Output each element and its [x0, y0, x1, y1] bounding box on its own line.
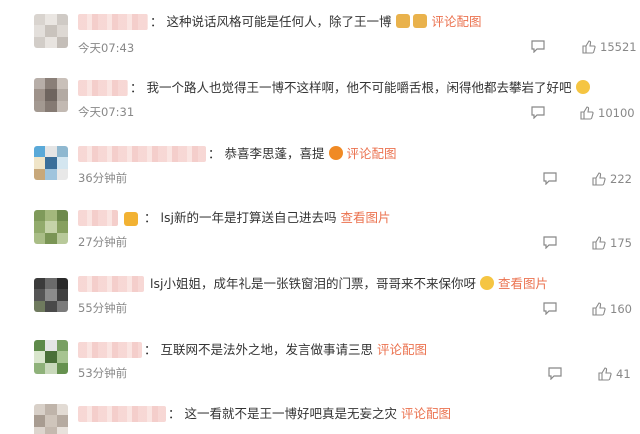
username[interactable] [78, 146, 206, 162]
laugh-icon [575, 80, 590, 94]
reply-icon [543, 236, 557, 249]
reply-button[interactable] [543, 302, 557, 315]
thumbs-up-icon [592, 302, 606, 316]
tears-icon [479, 276, 494, 290]
like-button[interactable]: 160 [592, 302, 632, 316]
username[interactable] [78, 80, 128, 96]
orange-icon [328, 146, 343, 160]
doge-icon [413, 14, 428, 28]
view-image-link[interactable]: 查看图片 [498, 276, 548, 291]
comment-time: 53分钟前 [78, 366, 128, 380]
like-count: 15521 [600, 40, 637, 54]
comment-text: ： 这一看就不是王一博好吧真是无妄之灾 评论配图 [168, 406, 451, 422]
separator: ： [150, 14, 163, 29]
comment-text: lsj小姐姐，成年礼是一张铁窗泪的门票，哥哥来不来保你呀 查看图片 [150, 276, 548, 292]
comment-body: 这一看就不是王一博好吧真是无妄之灾 [184, 406, 398, 421]
comment-item: ： 我一个路人也觉得王一博不这样啊，他不可能嚼舌根，闲得他都去攀岩了好吧 今天0… [0, 72, 640, 134]
comment-time: 今天07:31 [78, 105, 135, 119]
username[interactable] [78, 210, 118, 226]
like-button[interactable]: 15521 [582, 40, 637, 54]
reply-icon [548, 367, 562, 380]
like-count: 175 [610, 236, 632, 250]
comment-item: ： 这种说话风格可能是任何人，除了王一博 评论配图 今天07:43 15521 [0, 0, 640, 62]
username[interactable] [78, 406, 166, 422]
avatar[interactable] [34, 78, 68, 112]
avatar[interactable] [34, 404, 68, 434]
comment-text: ： lsj新的一年是打算送自己进去吗 查看图片 [144, 210, 390, 226]
separator: ： [144, 210, 157, 225]
reply-icon [543, 172, 557, 185]
comment-body: 恭喜李思蓬，喜提 [224, 146, 325, 161]
view-image-link[interactable]: 查看图片 [340, 210, 390, 225]
reply-button[interactable] [548, 367, 562, 380]
avatar[interactable] [34, 14, 68, 48]
crown-icon [124, 212, 138, 226]
avatar[interactable] [34, 146, 68, 180]
like-button[interactable]: 10100 [580, 106, 635, 120]
comment-body: lsj小姐姐，成年礼是一张铁窗泪的门票，哥哥来不来保你呀 [150, 276, 476, 291]
like-button[interactable]: 175 [592, 236, 632, 250]
comment-item: ： 这一看就不是王一博好吧真是无妄之灾 评论配图 [0, 398, 640, 434]
reply-icon [531, 106, 545, 119]
doge-icon [395, 14, 410, 28]
comment-text: ： 互联网不是法外之地，发言做事请三思 评论配图 [144, 342, 427, 358]
comment-item: ： lsj新的一年是打算送自己进去吗 查看图片 27分钟前 175 [0, 204, 640, 262]
reply-icon [543, 302, 557, 315]
reply-button[interactable] [543, 236, 557, 249]
avatar[interactable] [34, 340, 68, 374]
thumbs-up-icon [592, 172, 606, 186]
avatar[interactable] [34, 210, 68, 244]
comment-time: 27分钟前 [78, 235, 128, 249]
reply-button[interactable] [531, 40, 545, 53]
reply-icon [531, 40, 545, 53]
like-count: 10100 [598, 106, 635, 120]
like-count: 160 [610, 302, 632, 316]
separator: ： [130, 80, 143, 95]
reply-button[interactable] [543, 172, 557, 185]
comment-time: 36分钟前 [78, 171, 128, 185]
comment-text: ： 这种说话风格可能是任何人，除了王一博 评论配图 [150, 14, 481, 30]
comment-item: lsj小姐姐，成年礼是一张铁窗泪的门票，哥哥来不来保你呀 查看图片 55分钟前 … [0, 270, 640, 328]
avatar[interactable] [34, 278, 68, 312]
comment-text: ： 恭喜李思蓬，喜提 评论配图 [208, 146, 397, 162]
separator: ： [168, 406, 181, 421]
comment-time: 今天07:43 [78, 41, 135, 55]
comment-text: ： 我一个路人也觉得王一博不这样啊，他不可能嚼舌根，闲得他都去攀岩了好吧 [130, 80, 590, 96]
separator: ： [208, 146, 221, 161]
username[interactable] [78, 276, 144, 292]
thumbs-up-icon [592, 236, 606, 250]
comment-time: 55分钟前 [78, 301, 128, 315]
username[interactable] [78, 14, 148, 30]
comment-body: lsj新的一年是打算送自己进去吗 [160, 210, 337, 225]
comment-body: 这种说话风格可能是任何人，除了王一博 [166, 14, 392, 29]
comment-item: ： 恭喜李思蓬，喜提 评论配图 36分钟前 222 [0, 140, 640, 196]
like-count: 222 [610, 172, 632, 186]
thumbs-up-icon [598, 367, 612, 381]
comment-item: ： 互联网不是法外之地，发言做事请三思 评论配图 53分钟前 41 [0, 336, 640, 392]
separator: ： [144, 342, 157, 357]
thumbs-up-icon [582, 40, 596, 54]
comment-body: 我一个路人也觉得王一博不这样啊，他不可能嚼舌根，闲得他都去攀岩了好吧 [146, 80, 572, 95]
thumbs-up-icon [580, 106, 594, 120]
username[interactable] [78, 342, 142, 358]
comment-image-link[interactable]: 评论配图 [431, 14, 481, 29]
reply-button[interactable] [531, 106, 545, 119]
like-count: 41 [616, 367, 631, 381]
comment-image-link[interactable]: 评论配图 [346, 146, 396, 161]
like-button[interactable]: 41 [598, 367, 631, 381]
comment-image-link[interactable]: 评论配图 [401, 406, 451, 421]
comment-image-link[interactable]: 评论配图 [377, 342, 427, 357]
like-button[interactable]: 222 [592, 172, 632, 186]
comment-body: 互联网不是法外之地，发言做事请三思 [160, 342, 374, 357]
